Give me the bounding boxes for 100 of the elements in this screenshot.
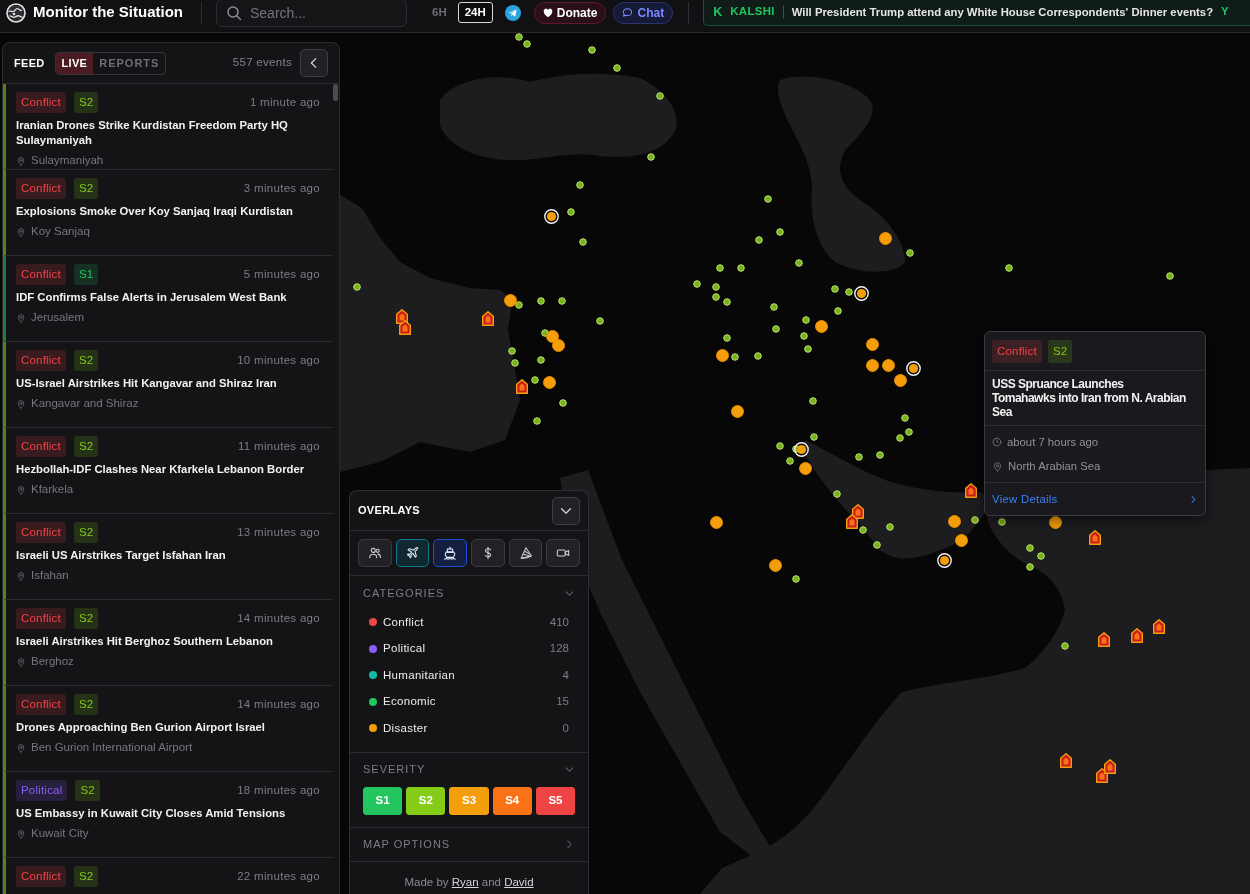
marker-dot-icon[interactable] [537, 297, 545, 305]
marker-dot-icon[interactable] [731, 353, 739, 361]
pentagon-marker-icon[interactable] [1104, 758, 1116, 774]
pentagon-marker-icon[interactable] [399, 319, 411, 335]
feed-item[interactable]: Conflict S2 11 minutes ago Hezbollah-IDF Clashes Near Kfarkela Lebanon Border Kfarkela [3, 428, 333, 514]
marker-dot-icon[interactable] [1166, 272, 1174, 280]
feed-item[interactable]: Conflict S2 13 minutes ago Israeli US Airstrikes Target Isfahan Iran Isfahan [3, 514, 333, 600]
time-range-toggle[interactable]: 6H [425, 2, 454, 23]
marker-dot-icon[interactable] [515, 301, 523, 309]
donate-button[interactable]: Donate [533, 1, 607, 24]
marker-dot-icon[interactable] [834, 307, 842, 315]
pentagon-marker-icon[interactable] [1060, 752, 1072, 768]
feed-item[interactable]: Conflict S2 3 minutes ago Explosions Smoke Over Koy Sanjaq Iraqi Kurdistan Koy Sanjaq [3, 170, 333, 256]
marker-dot-icon[interactable] [508, 347, 516, 355]
marker-dot-icon[interactable] [905, 428, 913, 436]
marker-dot-icon[interactable] [537, 356, 545, 364]
marker-dot-icon[interactable] [579, 238, 587, 246]
marker-dot-icon[interactable] [1037, 552, 1045, 560]
marker-dot-icon[interactable] [770, 303, 778, 311]
paper-plane-icon[interactable] [504, 4, 521, 21]
chevron-down-icon[interactable] [564, 764, 575, 775]
marker-dot-icon[interactable] [845, 288, 853, 296]
marker-dot-icon[interactable] [515, 33, 523, 41]
marker-dot-icon[interactable] [886, 523, 894, 531]
ringed-marker-icon[interactable] [543, 208, 559, 224]
overlay-toggle[interactable] [508, 539, 543, 567]
category-name[interactable]: Conflict [383, 613, 424, 631]
marker-dot-icon[interactable] [810, 433, 818, 441]
marker-dot-icon[interactable] [792, 575, 800, 583]
marker-dot-icon[interactable] [647, 153, 655, 161]
marker-dot-icon[interactable] [723, 334, 731, 342]
overlay-toggle[interactable] [471, 539, 505, 567]
marker-dot-icon[interactable] [576, 181, 584, 189]
marker-dot-icon[interactable] [873, 541, 881, 549]
ringed-marker-icon[interactable] [853, 285, 869, 301]
marker-dot-icon[interactable] [906, 249, 914, 257]
marker-dot-icon[interactable] [558, 297, 566, 305]
marker-dot-icon[interactable] [776, 442, 784, 450]
collapse-button[interactable] [552, 496, 580, 525]
marker-dot-icon[interactable] [764, 195, 772, 203]
scrollbar-thumb[interactable] [333, 84, 338, 101]
marker-dot-icon[interactable] [737, 264, 745, 272]
marker-dot-icon[interactable] [1026, 544, 1034, 552]
marker-dot-icon[interactable] [712, 283, 720, 291]
marker-dot-icon[interactable] [353, 283, 361, 291]
marker-dot-icon[interactable] [896, 434, 904, 442]
author-link[interactable]: David [504, 875, 534, 888]
marker-dot-icon[interactable] [971, 516, 979, 524]
pentagon-marker-icon[interactable] [516, 378, 528, 394]
category-name[interactable]: Disaster [383, 719, 428, 737]
feed-item[interactable]: Conflict S2 1 minute ago Iranian Drones Strike Kurdistan Freedom Party HQ Sulaymaniyah Sulaymaniyah [3, 84, 333, 170]
marker-dot-icon[interactable] [559, 399, 567, 407]
feed-item[interactable]: Conflict S1 5 minutes ago IDF Confirms False Alerts in Jerusalem West Bank Jerusalem [3, 256, 333, 342]
marker-dot-icon[interactable] [776, 228, 784, 236]
feed-tab[interactable]: REPORTS [93, 52, 166, 74]
marker-dot-icon[interactable] [754, 352, 762, 360]
marker-dot-icon[interactable] [800, 332, 808, 340]
search-field[interactable]: Search... [216, 0, 407, 27]
ringed-marker-icon[interactable] [793, 441, 809, 457]
market-ticker[interactable]: K KALSHI Will President Trump attend any White House Correspondents' Dinner events? Y [703, 0, 1250, 26]
feed-item[interactable]: Conflict S2 14 minutes ago Israeli Airstrikes Hit Berghoz Southern Lebanon Berghoz [3, 600, 333, 686]
marker-dot-icon[interactable] [1026, 563, 1034, 571]
marker-dot-icon[interactable] [567, 208, 575, 216]
chat-button[interactable]: Chat [613, 1, 674, 24]
marker-dot-icon[interactable] [523, 40, 531, 48]
marker-dot-icon[interactable] [541, 329, 549, 337]
pentagon-marker-icon[interactable] [1131, 627, 1143, 643]
marker-dot-icon[interactable] [533, 417, 541, 425]
pentagon-marker-icon[interactable] [965, 482, 977, 498]
marker-dot-icon[interactable] [693, 280, 701, 288]
marker-dot-icon[interactable] [855, 453, 863, 461]
category-name[interactable]: Political [383, 640, 426, 658]
category-name[interactable]: Humanitarian [383, 666, 455, 684]
marker-dot-icon[interactable] [723, 298, 731, 306]
marker-dot-icon[interactable] [833, 490, 841, 498]
map-options-button[interactable]: MAP OPTIONS [350, 827, 588, 862]
marker-dot-icon[interactable] [613, 64, 621, 72]
marker-dot-icon[interactable] [802, 316, 810, 324]
marker-dot-icon[interactable] [596, 317, 604, 325]
marker-dot-icon[interactable] [859, 526, 867, 534]
overlay-toggle[interactable] [546, 539, 581, 567]
marker-dot-icon[interactable] [901, 414, 909, 422]
feed-item[interactable]: Political S2 18 minutes ago US Embassy in Kuwait City Closes Amid Tensions Kuwait City [3, 772, 333, 858]
time-range-toggle[interactable]: 24H [457, 2, 493, 23]
marker-dot-icon[interactable] [876, 451, 884, 459]
overlay-toggle[interactable] [433, 539, 467, 567]
marker-dot-icon[interactable] [795, 259, 803, 267]
feed-item[interactable]: Conflict S2 14 minutes ago Drones Approaching Ben Gurion Airport Israel Ben Gurion International Airport [3, 686, 333, 772]
marker-dot-icon[interactable] [712, 293, 720, 301]
marker-dot-icon[interactable] [804, 345, 812, 353]
overlay-toggle[interactable] [358, 539, 392, 567]
pentagon-marker-icon[interactable] [1098, 631, 1110, 647]
marker-dot-icon[interactable] [588, 46, 596, 54]
feed-item[interactable]: Conflict S2 10 minutes ago US-Israel Airstrikes Hit Kangavar and Shiraz Iran Kangavar and Shiraz [3, 342, 333, 428]
collapse-button[interactable] [300, 49, 328, 77]
marker-dot-icon[interactable] [831, 285, 839, 293]
marker-dot-icon[interactable] [998, 518, 1006, 526]
marker-dot-icon[interactable] [786, 457, 794, 465]
marker-dot-icon[interactable] [809, 397, 817, 405]
marker-dot-icon[interactable] [716, 264, 724, 272]
